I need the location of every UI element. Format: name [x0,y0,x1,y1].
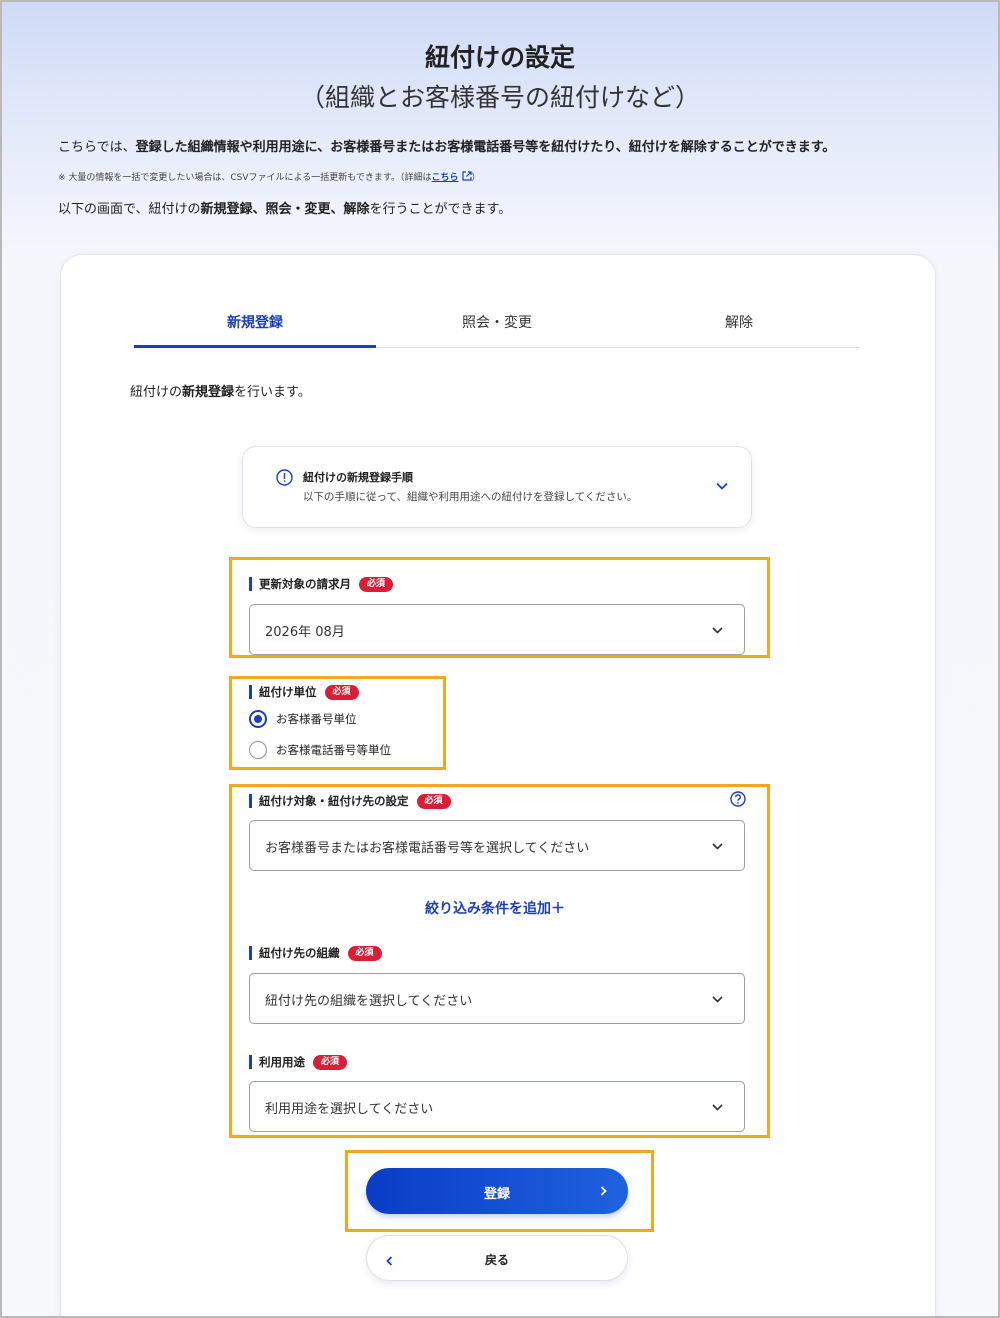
target-label: 紐付け対象・紐付け先の設定 必須 [249,793,451,809]
radio-unselected-icon [249,741,267,759]
required-badge: 必須 [324,684,359,700]
external-link-icon [461,171,472,181]
org-label: 紐付け先の組織 必須 [249,945,382,961]
billing-month-value: 2026年 08月 [265,625,345,640]
tab-release[interactable]: 解除 [618,300,860,347]
target-select[interactable]: お客様番号またはお客様電話番号等を選択してください [249,820,745,871]
lead-text: 紐付けの新規登録を行います。 [130,385,311,400]
usage-label: 利用用途 必須 [249,1054,348,1070]
tab-new-registration[interactable]: 新規登録 [134,300,376,348]
procedure-description: 以下の手順に従って、組織や利用用途への紐付けを登録してください。 [303,491,638,503]
billing-month-label: 更新対象の請求月 必須 [249,576,394,592]
intro-text-2: 以下の画面で、紐付けの新規登録、照会・変更、解除を行うことができます。 [58,202,512,217]
radio-label: お客様番号単位 [276,712,357,726]
help-icon[interactable] [730,791,746,807]
radio-customer-phone[interactable]: お客様電話番号等単位 [249,741,391,759]
register-button-label: 登録 [483,1187,510,1202]
required-badge: 必須 [313,1054,348,1070]
chevron-left-icon [386,1256,393,1266]
register-button[interactable]: 登録 [366,1168,628,1214]
procedure-title: 紐付けの新規登録手順 [303,471,413,484]
procedure-accordion[interactable]: 紐付けの新規登録手順 以下の手順に従って、組織や利用用途への紐付けを登録してくだ… [242,446,752,528]
required-badge: 必須 [416,793,451,809]
add-filter-link[interactable]: 絞り込み条件を追加＋ [0,898,990,918]
chevron-down-icon [712,627,723,634]
tab-inquiry-change[interactable]: 照会・変更 [376,300,618,347]
page-subtitle: （組織とお客様番号の紐付けなど） [299,83,700,112]
chevron-down-icon [712,996,723,1003]
chevron-down-icon[interactable] [715,479,729,493]
required-badge: 必須 [347,945,382,961]
chevron-down-icon [712,843,723,850]
usage-placeholder: 利用用途を選択してください [265,1102,434,1117]
org-placeholder: 紐付け先の組織を選択してください [265,994,473,1009]
usage-select[interactable]: 利用用途を選択してください [249,1081,745,1132]
chevron-down-icon [712,1104,723,1111]
chevron-right-icon [600,1186,607,1196]
required-badge: 必須 [359,576,394,592]
radio-selected-icon [249,710,267,728]
info-icon [276,469,293,486]
intro-text: こちらでは、登録した組織情報や利用用途に、お客様番号またはお客様電話番号等を紐付… [58,140,836,155]
radio-label: お客様電話番号等単位 [276,743,391,757]
tab-bar: 新規登録 照会・変更 解除 [134,300,860,348]
radio-customer-number[interactable]: お客様番号単位 [249,710,357,728]
details-link[interactable]: こちら [432,173,459,183]
page-title: 紐付けの設定 [424,43,575,72]
csv-note: ※ 大量の情報を一括で変更したい場合は、CSVファイルによる一括更新もできます。… [58,171,481,183]
back-button[interactable]: 戻る [366,1235,628,1281]
back-button-label: 戻る [484,1253,509,1267]
org-select[interactable]: 紐付け先の組織を選択してください [249,973,745,1024]
unit-label: 紐付け単位 必須 [249,684,359,700]
billing-month-select[interactable]: 2026年 08月 [249,604,745,655]
target-placeholder: お客様番号またはお客様電話番号等を選択してください [265,841,590,856]
